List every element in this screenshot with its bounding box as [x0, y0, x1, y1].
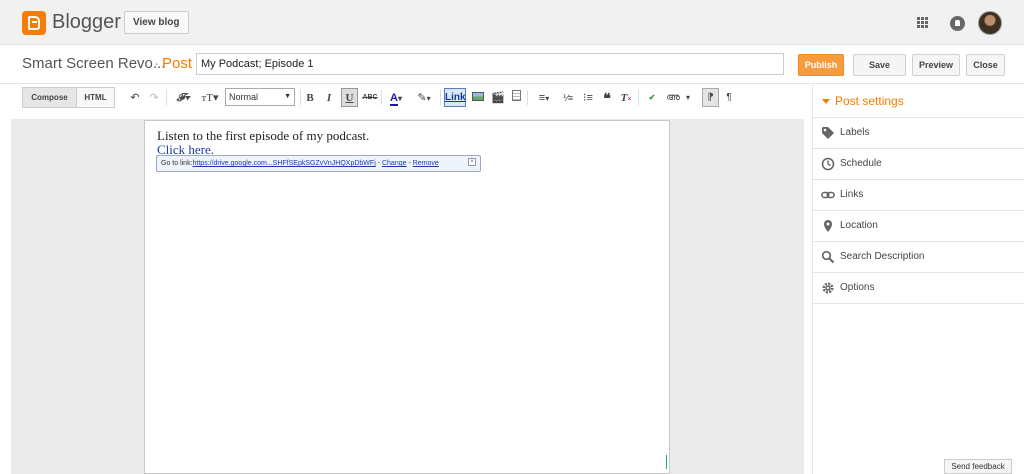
toolbar-divider: [440, 90, 441, 105]
spell-check-icon[interactable]: ✔: [644, 90, 660, 106]
post-header: Smart Screen Revo... · Post Publish Save…: [0, 46, 1024, 84]
toolbar-divider: [638, 90, 639, 105]
link-bubble-url[interactable]: https://drive.google.com...SHFfSEpkSGZvV…: [193, 160, 376, 167]
toolbar-divider: [381, 90, 382, 105]
sidebar-item-location[interactable]: Location: [813, 211, 1024, 242]
input-tools-icon[interactable]: അ: [664, 90, 682, 106]
resize-marker: [666, 455, 667, 469]
link-bubble: Go to link:https://drive.google.com...SH…: [156, 155, 481, 172]
format-select-value: Normal: [229, 92, 259, 102]
insert-image-icon[interactable]: [470, 90, 486, 106]
post-settings-header[interactable]: Post settings: [813, 85, 1024, 118]
strikethrough-button[interactable]: ABC: [362, 90, 378, 106]
post-body-editor[interactable]: Listen to the first episode of my podcas…: [144, 120, 670, 474]
tag-icon: [822, 127, 834, 139]
sidebar-item-label: Links: [840, 189, 864, 200]
numbered-list-icon[interactable]: ⅟≡: [560, 90, 576, 106]
breadcrumb-separator: ·: [154, 55, 159, 72]
blog-name[interactable]: Smart Screen Revo...: [22, 55, 165, 72]
view-blog-button[interactable]: View blog: [124, 11, 189, 34]
link-remove[interactable]: Remove: [413, 160, 439, 167]
post-title-input[interactable]: [196, 53, 784, 75]
magnifier-icon: [821, 250, 835, 264]
link-bubble-prefix: Go to link:: [161, 160, 193, 167]
highlight-color-icon[interactable]: ✎▾: [412, 90, 436, 106]
app-name: Blogger: [52, 11, 121, 33]
insert-video-icon[interactable]: 🎬: [490, 90, 506, 106]
rtl-direction-icon[interactable]: ¶: [722, 90, 736, 106]
clock-icon: [821, 157, 835, 171]
chevron-down-icon: ▼: [284, 93, 291, 100]
chevron-down-icon[interactable]: ▾: [683, 90, 693, 106]
bulleted-list-icon[interactable]: ⁝≡: [580, 90, 596, 106]
avatar[interactable]: [978, 11, 1002, 35]
sidebar-item-label: Labels: [840, 127, 870, 138]
sidebar-item-label: Search Description: [840, 251, 925, 262]
post-type-label: Post: [162, 55, 193, 72]
jump-break-icon[interactable]: [509, 90, 523, 106]
close-icon[interactable]: ×: [468, 158, 476, 166]
text-color-icon[interactable]: A▾: [385, 90, 407, 106]
preview-button[interactable]: Preview: [912, 54, 960, 76]
remove-formatting-icon[interactable]: T×: [618, 90, 634, 106]
sidebar-item-labels[interactable]: Labels: [813, 118, 1024, 149]
sidebar-item-label: Location: [840, 220, 878, 231]
post-settings-title: Post settings: [835, 94, 904, 108]
gear-icon: [822, 282, 834, 294]
format-select[interactable]: Normal ▼: [225, 88, 295, 106]
sidebar-item-links[interactable]: Links: [813, 180, 1024, 211]
bold-button[interactable]: B: [304, 90, 316, 106]
font-family-icon[interactable]: 𝓕▾: [172, 90, 194, 106]
top-bar: Blogger View blog: [0, 0, 1024, 45]
close-button[interactable]: Close: [966, 54, 1005, 76]
map-pin-icon: [824, 220, 832, 232]
toolbar-divider: [527, 90, 528, 105]
ltr-direction-icon[interactable]: ⁋: [702, 90, 719, 106]
post-settings-sidebar: Post settings Labels Schedule Links Loca…: [812, 85, 1024, 474]
compose-mode-button[interactable]: Compose: [22, 87, 77, 108]
html-mode-button[interactable]: HTML: [76, 87, 115, 108]
sidebar-item-label: Options: [840, 282, 875, 293]
underline-button[interactable]: U: [341, 90, 358, 106]
apps-grid-icon[interactable]: [917, 17, 929, 29]
blogger-logo-icon[interactable]: [22, 11, 46, 35]
toolbar-divider: [300, 90, 301, 105]
redo-icon[interactable]: ↷: [147, 90, 161, 106]
undo-icon[interactable]: ↶: [128, 90, 142, 106]
caret-down-icon: [822, 99, 830, 104]
italic-button[interactable]: I: [323, 90, 335, 106]
text-size-icon[interactable]: тT▾: [199, 90, 221, 106]
sidebar-item-schedule[interactable]: Schedule: [813, 149, 1024, 180]
link-button[interactable]: Link: [444, 88, 466, 107]
send-feedback-button[interactable]: Send feedback: [944, 459, 1012, 474]
notifications-bell-icon[interactable]: [950, 16, 965, 31]
chain-link-icon: [821, 191, 835, 199]
toolbar-divider: [166, 90, 167, 105]
link-change[interactable]: Change: [382, 160, 407, 167]
sidebar-item-search-description[interactable]: Search Description: [813, 242, 1024, 273]
align-icon[interactable]: ≡▾: [533, 90, 555, 106]
quote-icon[interactable]: ❝: [600, 90, 614, 106]
sidebar-item-options[interactable]: Options: [813, 273, 1024, 304]
editor-toolbar: Compose HTML ↶ ↷ 𝓕▾ тT▾ Normal ▼ B I U A…: [0, 85, 812, 112]
publish-button[interactable]: Publish: [798, 54, 844, 76]
save-button[interactable]: Save: [853, 54, 906, 76]
sidebar-item-label: Schedule: [840, 158, 882, 169]
